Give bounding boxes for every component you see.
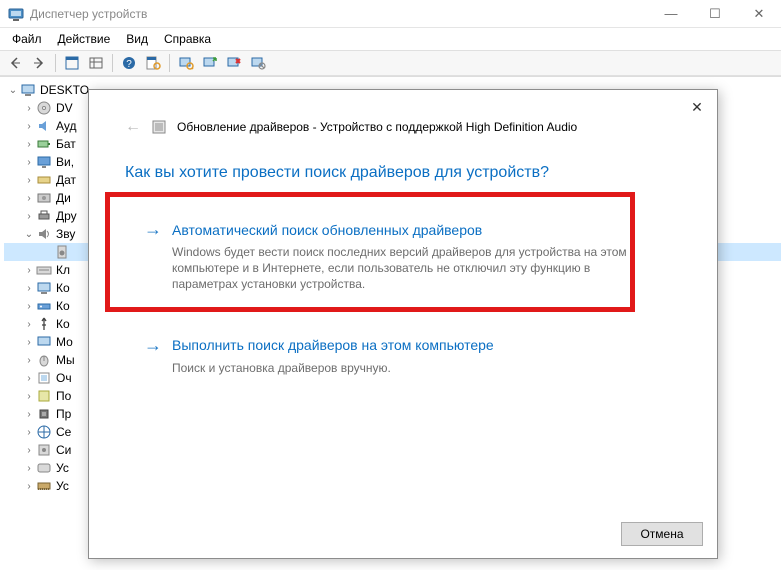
- forward-button[interactable]: [28, 52, 50, 74]
- sound-icon: [36, 226, 52, 242]
- tree-item-label: Ди: [56, 191, 71, 205]
- queue-icon: [36, 370, 52, 386]
- option-auto-title: Автоматический поиск обновленных драйвер…: [172, 222, 482, 238]
- tree-item-label: Си: [56, 443, 71, 457]
- tree-item-label: DV: [56, 101, 73, 115]
- svg-text:?: ?: [126, 59, 132, 70]
- dialog-header-text: Обновление драйверов - Устройство с подд…: [177, 120, 577, 134]
- tree-item-label: Се: [56, 425, 71, 439]
- main-area: ⌄DESKTO›DV›Ауд›Бат›Ви,›Дат›Ди›Дру⌄Зву›Кл…: [0, 76, 781, 570]
- properties-button[interactable]: [142, 52, 164, 74]
- tree-item-label: Мы: [56, 353, 75, 367]
- dvd-icon: [36, 100, 52, 116]
- titlebar: Диспетчер устройств — ☐ ✕: [0, 0, 781, 28]
- disk-icon: [36, 190, 52, 206]
- sw-icon: [36, 388, 52, 404]
- monitor-icon: [36, 334, 52, 350]
- dialog-close-button[interactable]: ✕: [683, 96, 711, 118]
- mem-icon: [36, 478, 52, 494]
- network-icon: [36, 298, 52, 314]
- show-hidden-button[interactable]: [61, 52, 83, 74]
- arrow-right-icon: →: [144, 219, 162, 240]
- option-browse-desc: Поиск и установка драйверов вручную.: [172, 360, 632, 376]
- tree-item-label: Оч: [56, 371, 72, 385]
- hid-icon: [36, 460, 52, 476]
- menubar: Файл Действие Вид Справка: [0, 28, 781, 50]
- tree-item-label: Бат: [56, 137, 76, 151]
- dialog-question: Как вы хотите провести поиск драйверов д…: [125, 164, 681, 182]
- help-button[interactable]: ?: [118, 52, 140, 74]
- tree-item-label: Ко: [56, 281, 70, 295]
- cpu-icon: [36, 406, 52, 422]
- option-auto-search[interactable]: → Автоматический поиск обновленных драйв…: [125, 204, 681, 308]
- keyboard-icon: [36, 262, 52, 278]
- menu-view[interactable]: Вид: [118, 30, 156, 48]
- option-auto-desc: Windows будет вести поиск последних верс…: [172, 244, 632, 293]
- tree-item-label: Ус: [56, 479, 69, 493]
- menu-action[interactable]: Действие: [50, 30, 119, 48]
- tree-item-label: Мо: [56, 335, 73, 349]
- close-button[interactable]: ✕: [737, 0, 781, 28]
- window-title: Диспетчер устройств: [30, 7, 147, 21]
- print-icon: [36, 208, 52, 224]
- menu-help[interactable]: Справка: [156, 30, 219, 48]
- back-button[interactable]: [4, 52, 26, 74]
- tree-item-label: Кл: [56, 263, 70, 277]
- dialog-back-button[interactable]: ←: [125, 118, 141, 136]
- scan-hardware-button[interactable]: [175, 52, 197, 74]
- menu-file[interactable]: Файл: [4, 30, 50, 48]
- usb-icon: [36, 316, 52, 332]
- computer-icon: [36, 280, 52, 296]
- tree-item-label: Дат: [56, 173, 76, 187]
- net2-icon: [36, 424, 52, 440]
- update-driver-button[interactable]: [199, 52, 221, 74]
- display-icon: [36, 154, 52, 170]
- audio-icon: [36, 118, 52, 134]
- update-driver-dialog: ✕ ← Обновление драйверов - Устройство с …: [88, 89, 718, 559]
- option-browse-title: Выполнить поиск драйверов на этом компью…: [172, 337, 494, 353]
- disable-device-button[interactable]: [247, 52, 269, 74]
- tree-item-label: Дру: [56, 209, 77, 223]
- speaker-icon: [54, 244, 70, 260]
- tree-item-label: По: [56, 389, 71, 403]
- options-button[interactable]: [85, 52, 107, 74]
- arrow-right-icon: →: [144, 335, 162, 356]
- uninstall-device-button[interactable]: [223, 52, 245, 74]
- tree-item-label: Пр: [56, 407, 71, 421]
- tree-item-label: Ви,: [56, 155, 74, 169]
- mouse-icon: [36, 352, 52, 368]
- tree-item-label: Ко: [56, 299, 70, 313]
- minimize-button[interactable]: —: [649, 0, 693, 28]
- maximize-button[interactable]: ☐: [693, 0, 737, 28]
- battery-icon: [36, 136, 52, 152]
- tree-item-label: Зву: [56, 227, 75, 241]
- option-browse-local[interactable]: → Выполнить поиск драйверов на этом комп…: [125, 320, 681, 391]
- cancel-button[interactable]: Отмена: [621, 522, 703, 546]
- device-icon: [151, 119, 167, 135]
- sensor-icon: [36, 172, 52, 188]
- tree-item-label: Ауд: [56, 119, 76, 133]
- device-manager-icon: [8, 6, 24, 22]
- toolbar: ?: [0, 50, 781, 76]
- tree-item-label: Ко: [56, 317, 70, 331]
- tree-root-label: DESKTO: [40, 83, 89, 97]
- tree-item-label: Ус: [56, 461, 69, 475]
- sys-icon: [36, 442, 52, 458]
